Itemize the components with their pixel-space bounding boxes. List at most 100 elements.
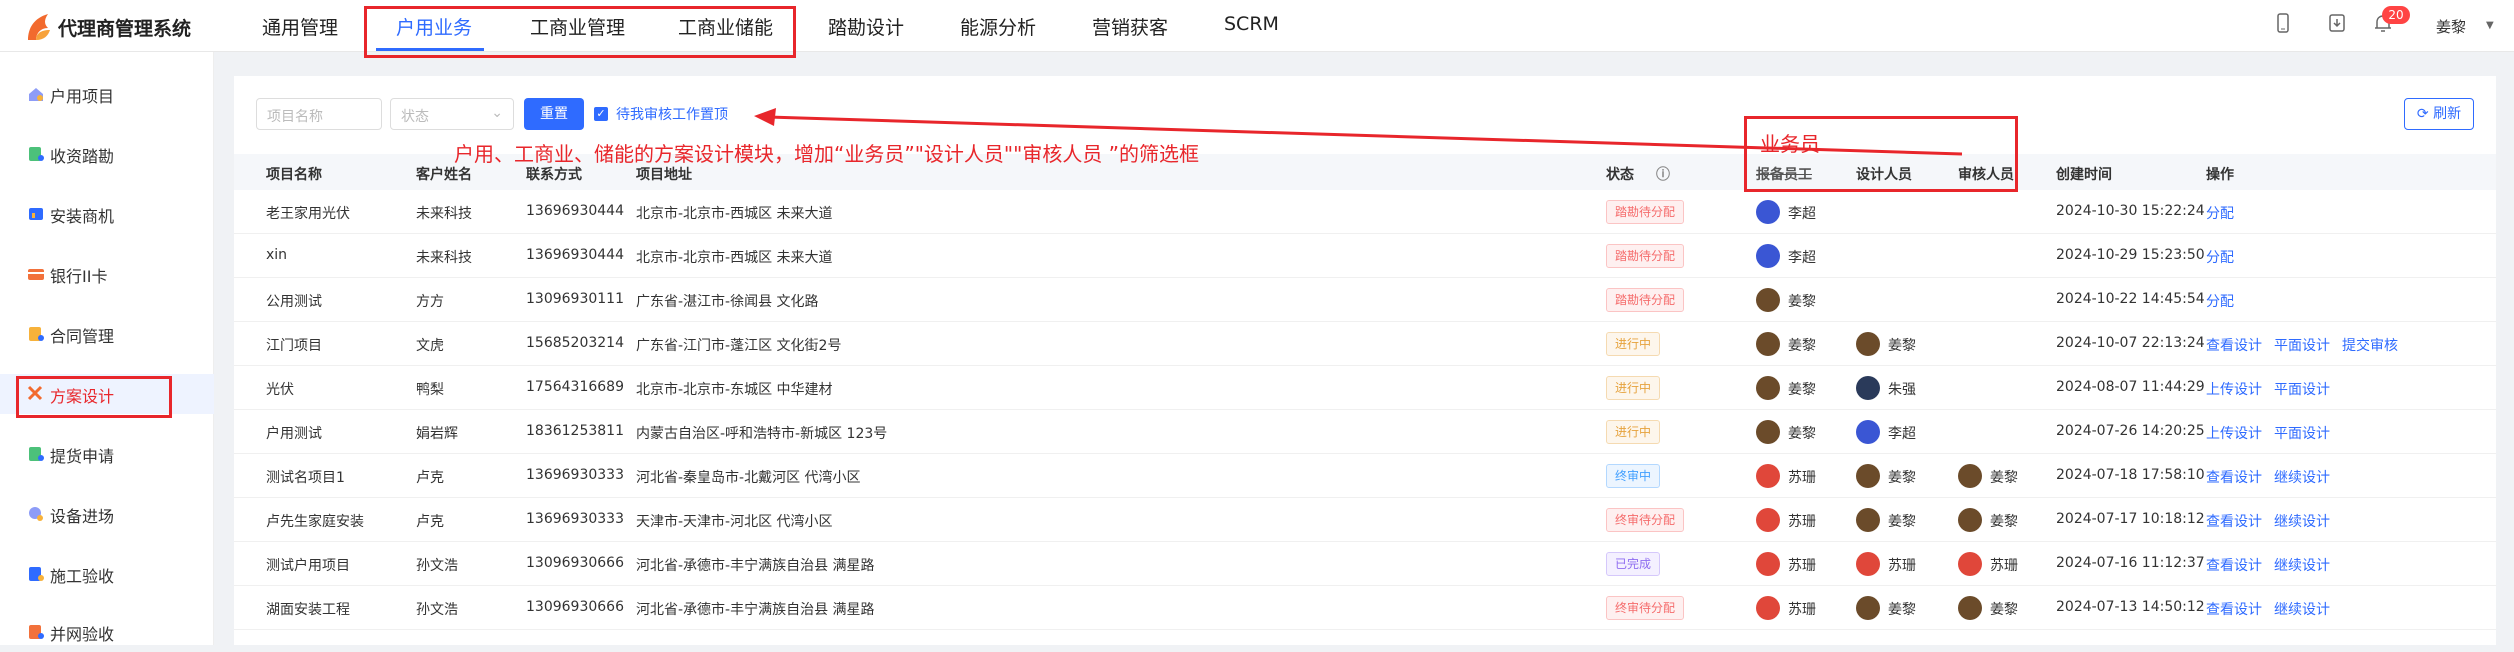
status-badge: 进行中 [1606, 376, 1661, 400]
chevron-down-icon[interactable]: ▼ [2486, 20, 2494, 31]
cell-name: 测试名项目1 [266, 470, 345, 486]
user-name[interactable]: 姜黎 [2436, 16, 2466, 37]
cell-customer: 孙文浩 [416, 602, 458, 618]
action-link[interactable]: 查看设计 [2206, 511, 2262, 531]
pending-checkbox-label[interactable]: 待我审核工作置顶 [616, 104, 728, 124]
cell-address: 内蒙古自治区-呼和浩特市-新城区 123号 [636, 426, 888, 442]
action-link[interactable]: 查看设计 [2206, 335, 2262, 355]
avatar [1958, 464, 1982, 488]
phone-icon[interactable] [2272, 12, 2294, 34]
sidebar-item-grid-acceptance[interactable]: 并网验收 [0, 612, 214, 652]
cell-customer: 方方 [416, 294, 444, 310]
avatar [1856, 332, 1880, 356]
avatar [1856, 420, 1880, 444]
avatar [1856, 552, 1880, 576]
status-badge: 终审待分配 [1606, 508, 1685, 532]
sidebar-item-construction-acceptance[interactable]: 施工验收 [0, 554, 214, 594]
table-row: 测试户用项目 孙文浩 13096930666 河北省-承德市-丰宁满族自治县 满星路 已… [234, 542, 2496, 586]
nav-scrm[interactable]: SCRM [1224, 13, 1279, 35]
sidebar-item-residential-project[interactable]: 户用项目 [0, 74, 214, 114]
cell-address: 河北省-承德市-丰宁满族自治县 满星路 [636, 558, 875, 574]
cell-name: 测试户用项目 [266, 558, 350, 574]
sidebar-item-pickup-request[interactable]: 提货申请 [0, 434, 214, 474]
action-link[interactable]: 查看设计 [2206, 599, 2262, 619]
cell-phone: 17564316689 [526, 379, 624, 395]
cell-customer: 未来科技 [416, 206, 472, 222]
action-link[interactable]: 分配 [2206, 291, 2234, 311]
cell-created: 2024-07-13 14:50:12 [2056, 599, 2205, 615]
cell-created: 2024-10-30 15:22:24 [2056, 203, 2205, 219]
action-link[interactable]: 查看设计 [2206, 467, 2262, 487]
avatar [1958, 596, 1982, 620]
cell-designer: 姜黎 [1888, 514, 1916, 530]
cell-designer: 李超 [1888, 426, 1916, 442]
cell-address: 河北省-承德市-丰宁满族自治县 满星路 [636, 602, 875, 618]
action-link[interactable]: 平面设计 [2274, 379, 2330, 399]
action-link[interactable]: 平面设计 [2274, 423, 2330, 443]
cell-created: 2024-07-17 10:18:12 [2056, 511, 2205, 527]
status-badge: 进行中 [1606, 332, 1661, 356]
cell-staff: 姜黎 [1788, 338, 1816, 354]
table-row: 公用测试 方方 13096930111 广东省-湛江市-徐闻县 文化路 踏勘待分配 姜黎 2… [234, 278, 2496, 322]
cell-designer: 苏珊 [1888, 558, 1916, 574]
cell-customer: 孙文浩 [416, 558, 458, 574]
nav-general[interactable]: 通用管理 [262, 13, 338, 40]
pending-checkbox[interactable]: ✓ [594, 107, 608, 121]
cell-address: 河北省-秦皇岛市-北戴河区 代湾小区 [636, 470, 861, 486]
cell-name: 户用测试 [266, 426, 322, 442]
cell-staff: 苏珊 [1788, 602, 1816, 618]
nav-survey-design[interactable]: 踏勘设计 [828, 13, 904, 40]
cell-reviewer: 姜黎 [1990, 470, 2018, 486]
action-link[interactable]: 查看设计 [2206, 555, 2262, 575]
download-icon[interactable] [2326, 12, 2348, 34]
action-link[interactable]: 上传设计 [2206, 423, 2262, 443]
refresh-button[interactable]: ⟳ 刷新 [2404, 98, 2474, 130]
cell-created: 2024-10-07 22:13:24 [2056, 335, 2205, 351]
reset-button[interactable]: 重置 [524, 98, 584, 130]
column-header: 操作 [2206, 167, 2234, 183]
action-link[interactable]: 继续设计 [2274, 467, 2330, 487]
cell-phone: 13096930111 [526, 291, 624, 307]
action-link[interactable]: 上传设计 [2206, 379, 2262, 399]
cell-name: xin [266, 247, 288, 263]
cell-name: 卢先生家庭安装 [266, 514, 364, 530]
cell-designer: 姜黎 [1888, 470, 1916, 486]
sidebar-item-equipment-entry[interactable]: 设备进场 [0, 494, 214, 534]
action-link[interactable]: 平面设计 [2274, 335, 2330, 355]
action-link[interactable]: 分配 [2206, 247, 2234, 267]
cell-phone: 13696930333 [526, 511, 624, 527]
cell-address: 广东省-江门市-蓬江区 文化街2号 [636, 338, 842, 354]
status-badge: 踏勘待分配 [1606, 244, 1685, 268]
sidebar-item-bank-card[interactable]: 银行II卡 [0, 254, 214, 294]
status-badge: 已完成 [1606, 552, 1661, 576]
filter-annotation-box [1744, 116, 2018, 192]
action-link[interactable]: 继续设计 [2274, 555, 2330, 575]
cell-name: 光伏 [266, 382, 294, 398]
cell-customer: 未来科技 [416, 250, 472, 266]
cell-staff: 苏珊 [1788, 514, 1816, 530]
sidebar-item-install-opportunity[interactable]: 安装商机 [0, 194, 214, 234]
avatar [1756, 200, 1780, 224]
cell-created: 2024-08-07 11:44:29 [2056, 379, 2205, 395]
sidebar-item-contract[interactable]: 合同管理 [0, 314, 214, 354]
cell-phone: 15685203214 [526, 335, 624, 351]
status-select-placeholder: 状态 [401, 109, 429, 125]
action-link[interactable]: 继续设计 [2274, 599, 2330, 619]
cell-phone: 13096930666 [526, 555, 624, 571]
avatar [1856, 596, 1880, 620]
action-link[interactable]: 分配 [2206, 203, 2234, 223]
project-name-input[interactable]: 项目名称 [256, 98, 382, 130]
action-link[interactable]: 提交审核 [2342, 335, 2398, 355]
refresh-button-label: 刷新 [2433, 106, 2462, 122]
sidebar-item-survey[interactable]: 收资踏勘 [0, 134, 214, 174]
cell-staff: 姜黎 [1788, 294, 1816, 310]
sidebar-item-label: 安装商机 [50, 207, 115, 226]
nav-marketing[interactable]: 营销获客 [1092, 13, 1168, 40]
cell-reviewer: 苏珊 [1990, 558, 2018, 574]
table-row: 户用测试 娟岩辉 18361253811 内蒙古自治区-呼和浩特市-新城区 123号 进… [234, 410, 2496, 454]
action-link[interactable]: 继续设计 [2274, 511, 2330, 531]
nav-energy-analysis[interactable]: 能源分析 [960, 13, 1036, 40]
status-select[interactable]: 状态 ⌄ [390, 98, 514, 130]
cell-staff: 李超 [1788, 250, 1816, 266]
help-icon[interactable]: ⓘ [1656, 164, 1670, 184]
